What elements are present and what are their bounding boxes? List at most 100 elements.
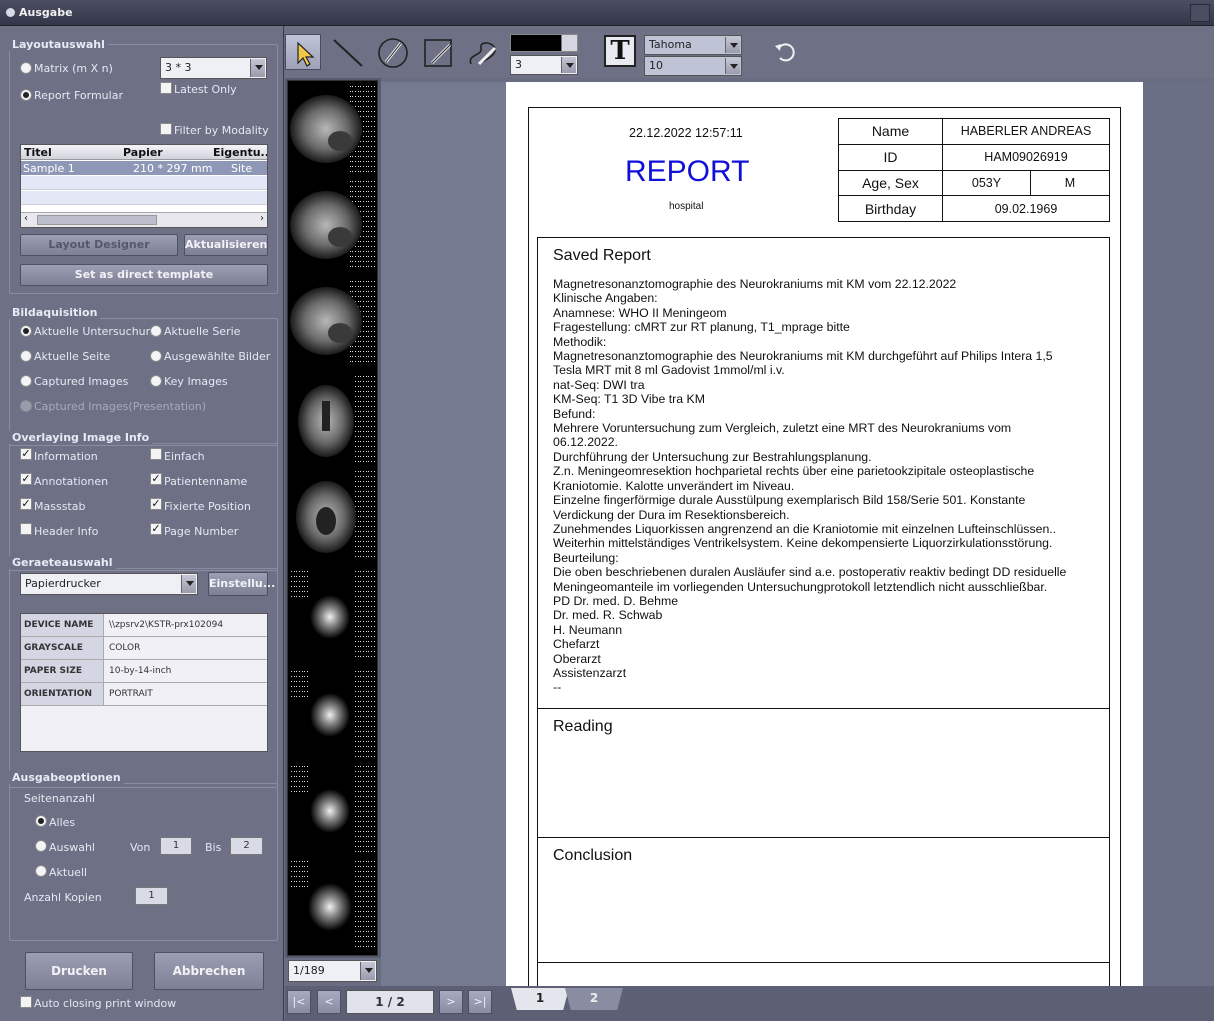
captured-images-label: Captured Images: [34, 375, 129, 388]
color-picker-button[interactable]: [561, 35, 577, 51]
line-width-combo[interactable]: 3: [510, 55, 578, 75]
conclusion-section: Conclusion: [537, 837, 1110, 963]
from-input[interactable]: 1: [160, 837, 192, 855]
matrix-combo[interactable]: 3 * 3: [160, 57, 267, 79]
patient-id: HAM09026919: [942, 143, 1110, 171]
captured-presentation-radio[interactable]: [20, 400, 32, 412]
page-number-checkbox[interactable]: ✓: [150, 523, 162, 535]
acquisition-group-title: Bildaquisition: [9, 306, 101, 319]
thumbnail-dwi-4: [290, 861, 376, 949]
saved-report-section: Saved Report Magnetresonanztomographie d…: [537, 237, 1110, 709]
auto-close-label: Auto closing print window: [34, 997, 177, 1010]
key-images-radio[interactable]: [150, 375, 162, 387]
layout-group-title: Layoutauswahl: [9, 38, 108, 51]
copies-input[interactable]: 1: [135, 887, 168, 905]
chevron-down-icon[interactable]: [725, 58, 740, 74]
refresh-button[interactable]: Aktualisieren: [184, 234, 268, 256]
col-titel[interactable]: Titel: [24, 146, 52, 159]
to-input[interactable]: 2: [230, 837, 263, 855]
filter-modality-checkbox[interactable]: [160, 123, 172, 135]
matrix-radio[interactable]: [20, 62, 32, 74]
overlay-group-title: Overlaying Image Info: [9, 431, 153, 444]
header-info-label: Header Info: [34, 525, 99, 538]
freehand-tool[interactable]: [465, 34, 501, 70]
selected-images-label: Ausgewählte Bilder: [164, 350, 271, 363]
annotations-checkbox[interactable]: ✓: [20, 473, 32, 485]
pointer-tool[interactable]: [285, 34, 321, 70]
chevron-down-icon[interactable]: [725, 37, 740, 53]
horizontal-scrollbar[interactable]: ‹ ›: [21, 212, 267, 227]
line-tool[interactable]: [330, 34, 366, 70]
scroll-left-icon[interactable]: ‹: [24, 213, 28, 224]
freehand-icon: [469, 42, 497, 66]
chevron-down-icon[interactable]: [561, 57, 576, 73]
empty-row: [21, 176, 267, 190]
cancel-button[interactable]: Abbrechen: [154, 952, 264, 990]
device-value: PORTRAIT: [109, 689, 153, 699]
captured-images-radio[interactable]: [20, 375, 32, 387]
patient-age: 053Y: [942, 169, 1031, 197]
key-images-label: Key Images: [164, 375, 228, 388]
latest-only-checkbox[interactable]: [160, 82, 172, 94]
patientname-checkbox[interactable]: ✓: [150, 473, 162, 485]
report-form-radio[interactable]: [20, 89, 32, 101]
print-button[interactable]: Drucken: [25, 952, 133, 990]
layout-designer-button[interactable]: Layout Designer: [20, 234, 178, 256]
fixed-position-checkbox[interactable]: ✓: [150, 498, 162, 510]
scale-checkbox[interactable]: ✓: [20, 498, 32, 510]
color-swatch[interactable]: [510, 34, 578, 52]
window-title: Ausgabe: [19, 6, 73, 19]
font-combo[interactable]: Tahoma: [644, 35, 742, 55]
title-bar: Ausgabe: [0, 0, 1214, 26]
text-tool[interactable]: T: [604, 35, 636, 67]
printer-combo[interactable]: Papierdrucker: [20, 573, 198, 595]
set-template-button[interactable]: Set as direct template: [20, 264, 268, 286]
page-indicator[interactable]: 1 / 2: [346, 990, 434, 1014]
page-tab-1[interactable]: 1: [511, 988, 569, 1010]
line-icon: [333, 39, 363, 67]
thumbnail-counter[interactable]: 1/189: [288, 960, 377, 982]
auto-close-checkbox[interactable]: [20, 996, 32, 1008]
table-header: Titel Papier Eigentu...: [21, 145, 267, 160]
selection-radio[interactable]: [35, 840, 47, 852]
matrix-value: 3 * 3: [165, 61, 192, 74]
einfach-checkbox[interactable]: [150, 448, 162, 460]
thumbnail-dwi-2: [290, 669, 376, 757]
all-pages-radio[interactable]: [35, 815, 47, 827]
table-row[interactable]: Sample 1 210 * 297 mm Site: [21, 161, 267, 175]
ellipse-tool[interactable]: [375, 34, 411, 70]
undo-button[interactable]: [772, 40, 796, 64]
settings-button[interactable]: Einstellu...: [208, 572, 275, 596]
table-row: Age, Sex 053Y M: [838, 169, 1110, 197]
col-papier[interactable]: Papier: [123, 146, 163, 159]
chevron-down-icon[interactable]: [250, 59, 265, 77]
einfach-label: Einfach: [164, 450, 205, 463]
current-page-radio[interactable]: [20, 350, 32, 362]
first-page-button[interactable]: |<: [287, 990, 311, 1014]
device-value: \\zpsrv2\KSTR-prx102094: [109, 620, 224, 630]
header-info-checkbox[interactable]: [20, 523, 32, 535]
page-tab-2[interactable]: 2: [565, 988, 623, 1010]
window-icon: [6, 8, 15, 17]
scroll-right-icon[interactable]: ›: [260, 213, 264, 224]
patient-sex: M: [1030, 169, 1110, 197]
current-radio[interactable]: [35, 865, 47, 877]
last-page-button[interactable]: >|: [468, 990, 492, 1014]
prev-page-button[interactable]: <: [317, 990, 341, 1014]
rectangle-tool[interactable]: [420, 34, 456, 70]
empty-row: [21, 191, 267, 205]
scroll-thumb[interactable]: [37, 215, 157, 225]
chevron-down-icon[interactable]: [360, 962, 375, 980]
selected-images-radio[interactable]: [150, 350, 162, 362]
col-eigentum[interactable]: Eigentu...: [213, 146, 267, 159]
table-row: DEVICE NAME \\zpsrv2\KSTR-prx102094: [21, 614, 267, 637]
chevron-down-icon[interactable]: [181, 575, 196, 593]
current-study-radio[interactable]: [20, 325, 32, 337]
thumbnail-strip[interactable]: [287, 80, 378, 956]
font-size-combo[interactable]: 10: [644, 56, 742, 76]
information-checkbox[interactable]: ✓: [20, 448, 32, 460]
close-button[interactable]: [1190, 4, 1210, 22]
conclusion-title: Conclusion: [553, 847, 633, 864]
current-series-radio[interactable]: [150, 325, 162, 337]
next-page-button[interactable]: >: [439, 990, 463, 1014]
